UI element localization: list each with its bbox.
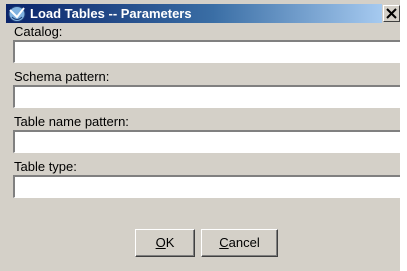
load-tables-dialog: Load Tables -- Parameters Catalog: Schem… — [0, 0, 400, 271]
schema-pattern-field[interactable] — [13, 85, 400, 108]
ok-mnemonic: O — [155, 235, 166, 250]
catalog-field[interactable] — [13, 40, 400, 63]
cancel-button[interactable]: Cancel — [201, 229, 278, 257]
schema-pattern-label: Schema pattern: — [14, 69, 110, 84]
table-name-pattern-label: Table name pattern: — [14, 114, 129, 129]
window-app-icon — [8, 5, 26, 22]
table-type-field[interactable] — [13, 175, 400, 198]
title-bar[interactable]: Load Tables -- Parameters — [0, 0, 400, 23]
window-title: Load Tables -- Parameters — [30, 6, 192, 21]
ok-label-rest: K — [165, 235, 175, 250]
table-type-label: Table type: — [14, 159, 77, 174]
cancel-label-rest: ancel — [228, 235, 260, 250]
catalog-label: Catalog: — [14, 24, 63, 39]
cancel-mnemonic: C — [219, 235, 229, 250]
close-button[interactable] — [383, 5, 400, 22]
table-name-pattern-field[interactable] — [13, 130, 400, 153]
ok-button[interactable]: OK — [135, 229, 195, 257]
